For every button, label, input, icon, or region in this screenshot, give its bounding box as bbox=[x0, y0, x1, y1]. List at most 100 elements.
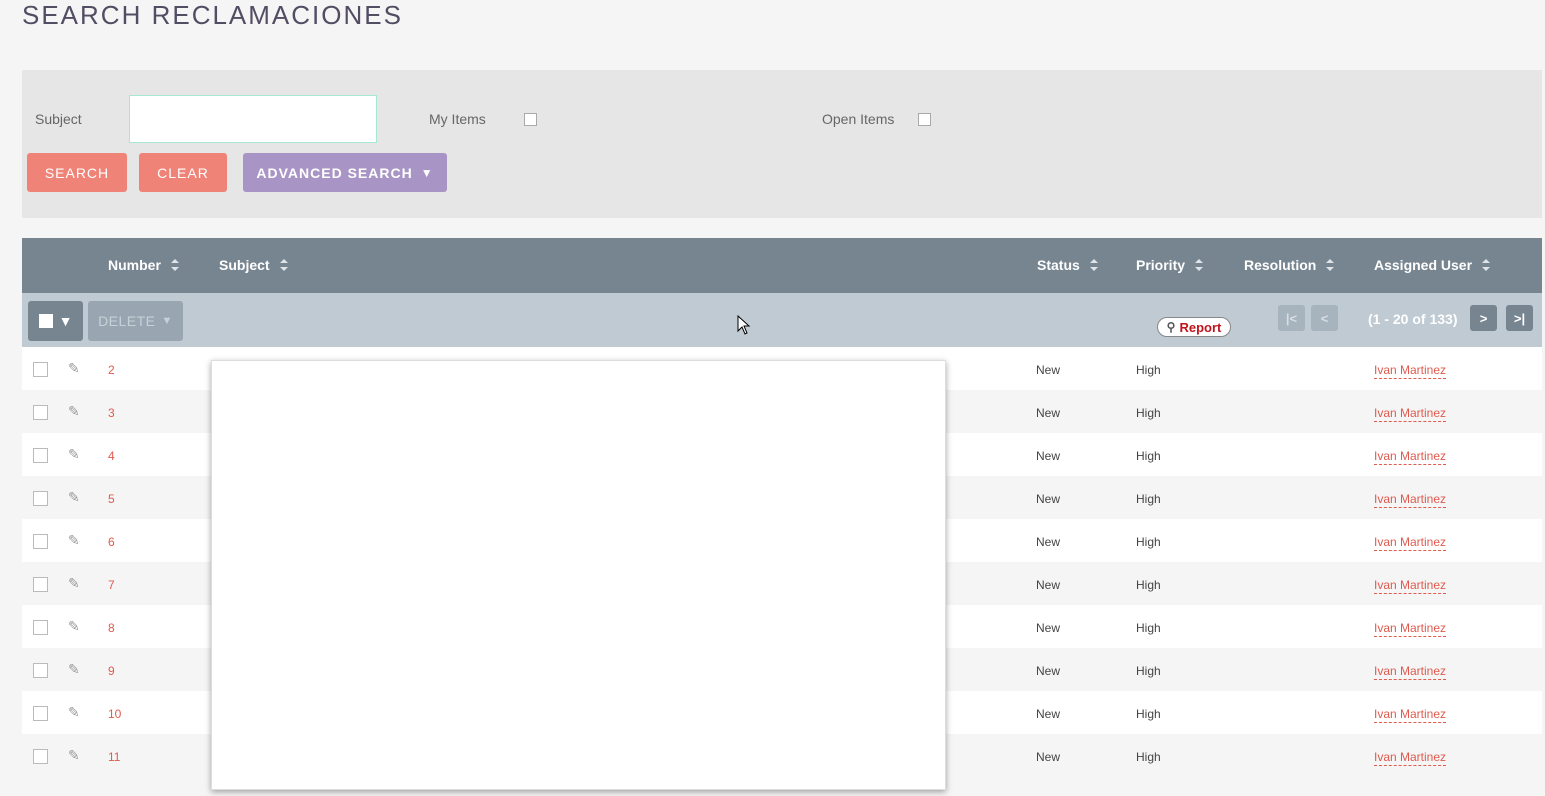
my-items-label: My Items bbox=[429, 111, 486, 127]
row-status: New bbox=[1036, 750, 1061, 764]
search-panel: Subject My Items Open Items SEARCH CLEAR… bbox=[22, 70, 1542, 218]
column-subject[interactable]: Subject bbox=[219, 257, 288, 273]
previous-page-button[interactable]: < bbox=[1311, 305, 1338, 331]
pagination-count: (1 - 20 of 133) bbox=[1368, 311, 1458, 327]
row-checkbox[interactable] bbox=[33, 663, 48, 678]
row-status: New bbox=[1036, 707, 1061, 721]
pencil-icon[interactable]: ✎ bbox=[68, 403, 80, 420]
row-number-link[interactable]: 6 bbox=[108, 535, 115, 549]
sort-icon bbox=[279, 259, 288, 271]
delete-button[interactable]: DELETE ▼ bbox=[88, 301, 183, 341]
row-priority: High bbox=[1136, 621, 1161, 635]
row-number-link[interactable]: 10 bbox=[108, 707, 121, 721]
open-items-checkbox[interactable] bbox=[918, 113, 931, 126]
pencil-icon[interactable]: ✎ bbox=[68, 575, 80, 592]
column-priority[interactable]: Priority bbox=[1136, 257, 1204, 273]
my-items-checkbox[interactable] bbox=[524, 113, 537, 126]
pencil-icon[interactable]: ✎ bbox=[68, 360, 80, 377]
pencil-icon[interactable]: ✎ bbox=[68, 446, 80, 463]
caret-down-icon: ▼ bbox=[161, 315, 173, 327]
row-priority: High bbox=[1136, 535, 1161, 549]
row-assigned-user-link[interactable]: Ivan Martinez bbox=[1374, 578, 1447, 594]
row-status: New bbox=[1036, 664, 1061, 678]
last-page-button[interactable]: >| bbox=[1506, 305, 1533, 331]
pencil-icon[interactable]: ✎ bbox=[68, 704, 80, 721]
pencil-icon[interactable]: ✎ bbox=[68, 618, 80, 635]
row-assigned-user-link[interactable]: Ivan Martinez bbox=[1374, 535, 1447, 551]
row-status: New bbox=[1036, 363, 1061, 377]
row-priority: High bbox=[1136, 578, 1161, 592]
select-all-dropdown[interactable]: ▼ bbox=[28, 301, 83, 341]
report-button[interactable]: ⚲ Report bbox=[1157, 317, 1231, 337]
subject-search-input[interactable] bbox=[129, 95, 377, 143]
column-resolution[interactable]: Resolution bbox=[1244, 257, 1335, 273]
open-items-label: Open Items bbox=[822, 111, 895, 127]
row-status: New bbox=[1036, 449, 1061, 463]
row-priority: High bbox=[1136, 707, 1161, 721]
row-assigned-user-link[interactable]: Ivan Martinez bbox=[1374, 406, 1447, 422]
action-bar: ▼ DELETE ▼ ⚲ Report |< < (1 - 20 of 133)… bbox=[22, 293, 1542, 347]
row-checkbox[interactable] bbox=[33, 362, 48, 377]
row-number-link[interactable]: 11 bbox=[108, 750, 120, 764]
sort-icon bbox=[1326, 259, 1335, 271]
row-priority: High bbox=[1136, 363, 1161, 377]
row-assigned-user-link[interactable]: Ivan Martinez bbox=[1374, 750, 1447, 766]
subject-preview-popup bbox=[211, 360, 946, 790]
advanced-search-button[interactable]: ADVANCED SEARCH ▼ bbox=[243, 153, 447, 192]
row-number-link[interactable]: 4 bbox=[108, 449, 115, 463]
row-priority: High bbox=[1136, 750, 1161, 764]
sort-icon bbox=[1195, 259, 1204, 271]
row-status: New bbox=[1036, 406, 1061, 420]
row-priority: High bbox=[1136, 406, 1161, 420]
clear-button[interactable]: CLEAR bbox=[139, 153, 227, 192]
column-status[interactable]: Status bbox=[1037, 257, 1098, 273]
row-priority: High bbox=[1136, 492, 1161, 506]
row-assigned-user-link[interactable]: Ivan Martinez bbox=[1374, 707, 1447, 723]
row-checkbox[interactable] bbox=[33, 405, 48, 420]
select-all-checkbox-icon bbox=[38, 314, 53, 328]
search-button[interactable]: SEARCH bbox=[27, 153, 127, 192]
row-assigned-user-link[interactable]: Ivan Martinez bbox=[1374, 664, 1447, 680]
pencil-icon[interactable]: ✎ bbox=[68, 532, 80, 549]
row-priority: High bbox=[1136, 664, 1161, 678]
column-number[interactable]: Number bbox=[108, 257, 179, 273]
pencil-icon[interactable]: ✎ bbox=[68, 747, 80, 764]
next-page-button[interactable]: > bbox=[1470, 305, 1497, 331]
magnifier-icon: ⚲ bbox=[1166, 320, 1176, 334]
row-status: New bbox=[1036, 621, 1061, 635]
row-number-link[interactable]: 9 bbox=[108, 664, 115, 678]
row-number-link[interactable]: 5 bbox=[108, 492, 115, 506]
sort-icon bbox=[1482, 259, 1491, 271]
row-checkbox[interactable] bbox=[33, 491, 48, 506]
caret-down-icon: ▼ bbox=[420, 165, 434, 180]
row-number-link[interactable]: 2 bbox=[108, 363, 115, 377]
row-checkbox[interactable] bbox=[33, 749, 48, 764]
row-status: New bbox=[1036, 535, 1061, 549]
row-assigned-user-link[interactable]: Ivan Martinez bbox=[1374, 621, 1447, 637]
pencil-icon[interactable]: ✎ bbox=[68, 661, 80, 678]
caret-down-icon: ▼ bbox=[58, 313, 73, 329]
row-status: New bbox=[1036, 578, 1061, 592]
row-checkbox[interactable] bbox=[33, 577, 48, 592]
row-status: New bbox=[1036, 492, 1061, 506]
row-priority: High bbox=[1136, 449, 1161, 463]
row-checkbox[interactable] bbox=[33, 448, 48, 463]
row-checkbox[interactable] bbox=[33, 706, 48, 721]
subject-label: Subject bbox=[35, 111, 82, 127]
list-header: Number Subject Status Priority Resolutio… bbox=[22, 238, 1542, 293]
column-assigned-user[interactable]: Assigned User bbox=[1374, 257, 1491, 273]
sort-icon bbox=[1089, 259, 1098, 271]
row-assigned-user-link[interactable]: Ivan Martinez bbox=[1374, 363, 1447, 379]
row-checkbox[interactable] bbox=[33, 620, 48, 635]
row-number-link[interactable]: 3 bbox=[108, 406, 115, 420]
row-checkbox[interactable] bbox=[33, 534, 48, 549]
row-assigned-user-link[interactable]: Ivan Martinez bbox=[1374, 492, 1447, 508]
sort-icon bbox=[170, 259, 179, 271]
row-assigned-user-link[interactable]: Ivan Martinez bbox=[1374, 449, 1447, 465]
page-title: SEARCH RECLAMACIONES bbox=[22, 0, 403, 30]
mouse-cursor-icon bbox=[737, 315, 751, 335]
pencil-icon[interactable]: ✎ bbox=[68, 489, 80, 506]
row-number-link[interactable]: 8 bbox=[108, 621, 115, 635]
row-number-link[interactable]: 7 bbox=[108, 578, 115, 592]
first-page-button[interactable]: |< bbox=[1278, 305, 1305, 331]
